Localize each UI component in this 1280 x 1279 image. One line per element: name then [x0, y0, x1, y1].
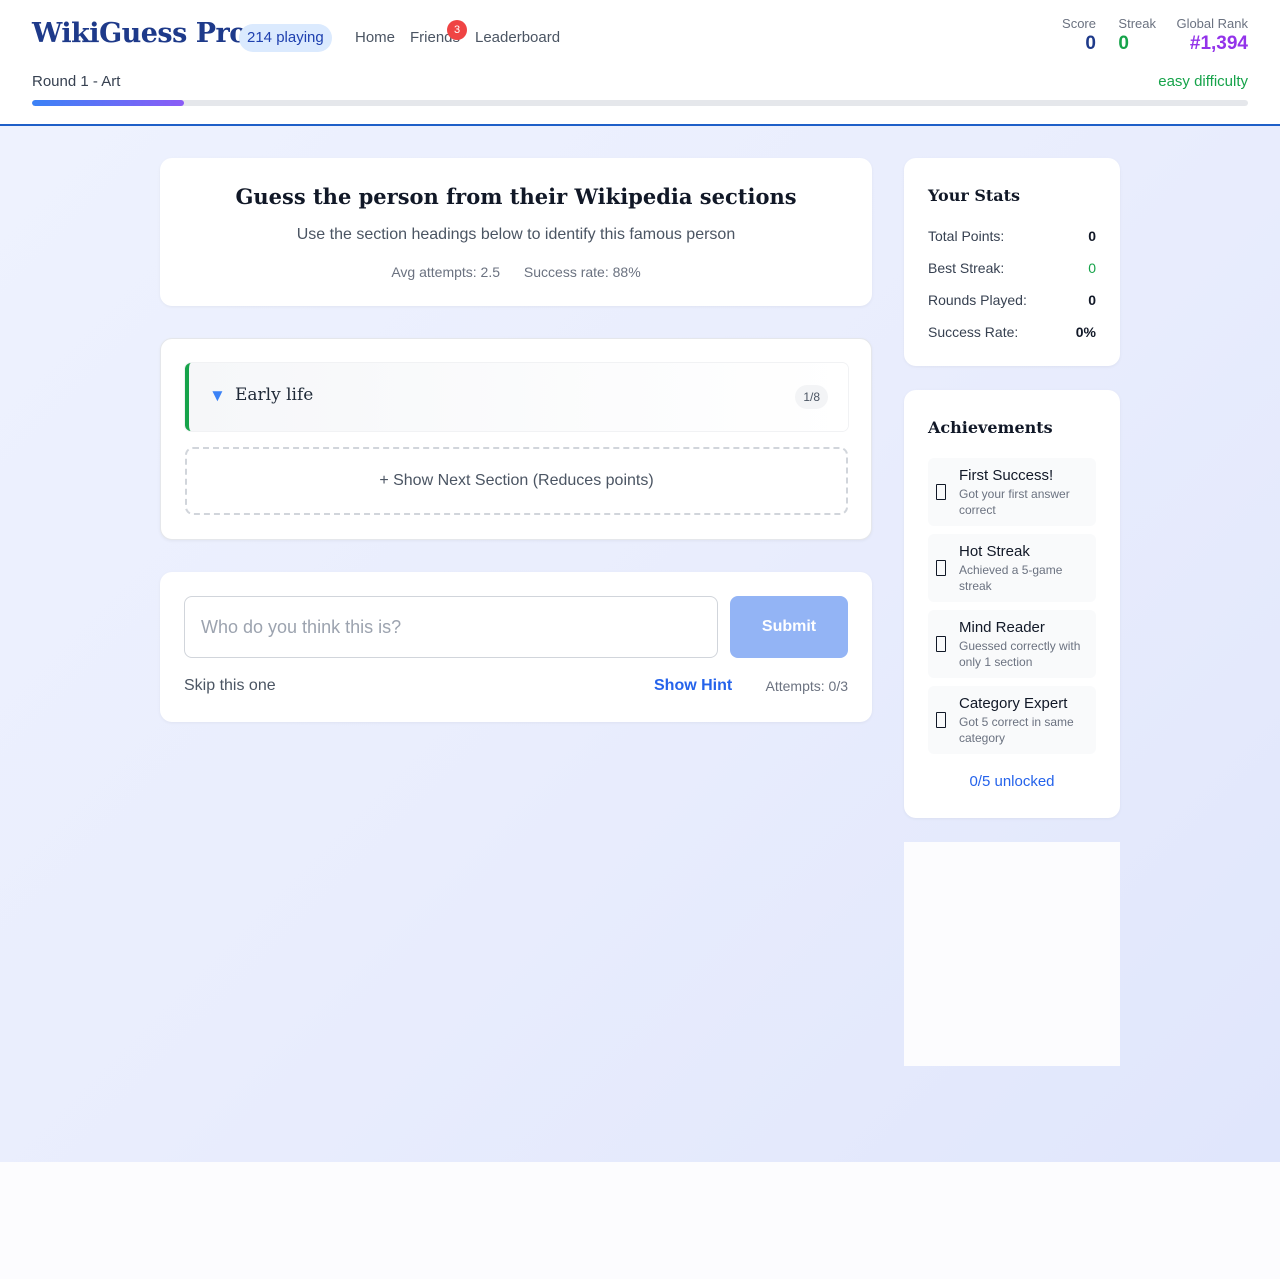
stats-row-label: Success Rate:: [928, 324, 1019, 340]
success-rate-text: Success rate: 88%: [523, 264, 641, 280]
achievement-desc: Achieved a 5-game streak: [959, 563, 1063, 593]
intro-meta: Avg attempts: 2.5 Success rate: 88%: [160, 264, 872, 280]
page-title: Guess the person from their Wikipedia se…: [235, 184, 797, 209]
sidebar-blank-panel: [904, 842, 1120, 1066]
sections-card: ▼ Early life 1/8 + Show Next Section (Re…: [160, 338, 872, 540]
global-rank-value: #1,394: [1189, 33, 1248, 54]
section-count-badge: 1/8: [795, 385, 828, 409]
stats-row-value: 0: [1088, 228, 1096, 244]
nav-leaderboard[interactable]: Leaderboard: [475, 29, 560, 46]
locked-badge-icon: [936, 712, 946, 728]
playing-count-badge: 214 playing: [239, 24, 332, 52]
global-rank-label: Global Rank: [1176, 16, 1248, 31]
section-item[interactable]: ▼ Early life 1/8: [185, 363, 848, 431]
app-logo[interactable]: WikiGuess Pro: [32, 18, 247, 49]
guess-input[interactable]: [184, 596, 718, 658]
achievements-card: Achievements First Success! Got your fir…: [904, 390, 1120, 818]
page-footer: [0, 1162, 1280, 1279]
guess-card: Submit Skip this one Show Hint Attempts:…: [160, 572, 872, 722]
score-stat: Score 0: [1062, 16, 1096, 55]
section-title: Early life: [235, 385, 314, 405]
achievement-desc: Got your first answer correct: [959, 487, 1070, 517]
show-next-section-button[interactable]: + Show Next Section (Reduces points): [185, 447, 848, 515]
score-value: 0: [1085, 33, 1096, 54]
score-label: Score: [1062, 16, 1096, 31]
locked-badge-icon: [936, 636, 946, 652]
round-progress-fill: [32, 100, 184, 106]
streak-label: Streak: [1118, 16, 1156, 31]
nav-home[interactable]: Home: [355, 29, 395, 46]
round-label: Round 1 - Art: [32, 73, 121, 90]
locked-badge-icon: [936, 484, 946, 500]
stats-row-rounds-played: Rounds Played: 0: [928, 292, 1096, 308]
intro-card: Guess the person from their Wikipedia se…: [160, 158, 872, 306]
achievements-title: Achievements: [928, 418, 1053, 437]
streak-stat: Streak 0: [1118, 16, 1156, 55]
attempts-counter: Attempts: 0/3: [765, 678, 848, 694]
achievement-desc: Got 5 correct in same category: [959, 715, 1074, 745]
achievement-name: Category Expert: [959, 695, 1068, 712]
streak-value: 0: [1118, 33, 1129, 54]
stats-row-value: 0: [1088, 260, 1096, 276]
achievement-item[interactable]: Hot Streak Achieved a 5-game streak: [928, 534, 1096, 602]
your-stats-card: Your Stats Total Points: 0 Best Streak: …: [904, 158, 1120, 366]
skip-link[interactable]: Skip this one: [184, 677, 276, 695]
avg-attempts-text: Avg attempts: 2.5: [391, 264, 501, 280]
your-stats-title: Your Stats: [928, 186, 1021, 205]
achievements-unlocked-count[interactable]: 0/5 unlocked: [904, 773, 1120, 790]
difficulty-label: easy difficulty: [1158, 73, 1248, 90]
stats-row-value: 0%: [1075, 324, 1096, 340]
submit-button[interactable]: Submit: [730, 596, 848, 658]
achievement-name: Mind Reader: [959, 619, 1045, 636]
expand-triangle-icon[interactable]: ▼: [209, 386, 226, 406]
round-progress-bar: [32, 100, 1248, 106]
stats-row-success-rate: Success Rate: 0%: [928, 324, 1096, 340]
stats-row-best-streak: Best Streak: 0: [928, 260, 1096, 276]
page-subtitle: Use the section headings below to identi…: [296, 226, 736, 243]
stats-row-value: 0: [1088, 292, 1096, 308]
top-header: WikiGuess Pro 214 playing Home Friends 3…: [0, 0, 1280, 126]
achievement-item[interactable]: Category Expert Got 5 correct in same ca…: [928, 686, 1096, 754]
achievement-name: Hot Streak: [959, 543, 1030, 560]
stats-row-label: Best Streak:: [928, 260, 1005, 276]
friends-notification-badge: 3: [447, 20, 467, 40]
achievement-name: First Success!: [959, 467, 1054, 484]
achievement-desc: Guessed correctly with only 1 section: [959, 639, 1081, 669]
achievement-item[interactable]: First Success! Got your first answer cor…: [928, 458, 1096, 526]
locked-badge-icon: [936, 560, 946, 576]
achievement-item[interactable]: Mind Reader Guessed correctly with only …: [928, 610, 1096, 678]
stats-row-label: Rounds Played:: [928, 292, 1027, 308]
stats-row-label: Total Points:: [928, 228, 1005, 244]
global-rank-stat: Global Rank #1,394: [1176, 16, 1248, 55]
stats-row-total-points: Total Points: 0: [928, 228, 1096, 244]
show-hint-button[interactable]: Show Hint: [654, 677, 732, 695]
